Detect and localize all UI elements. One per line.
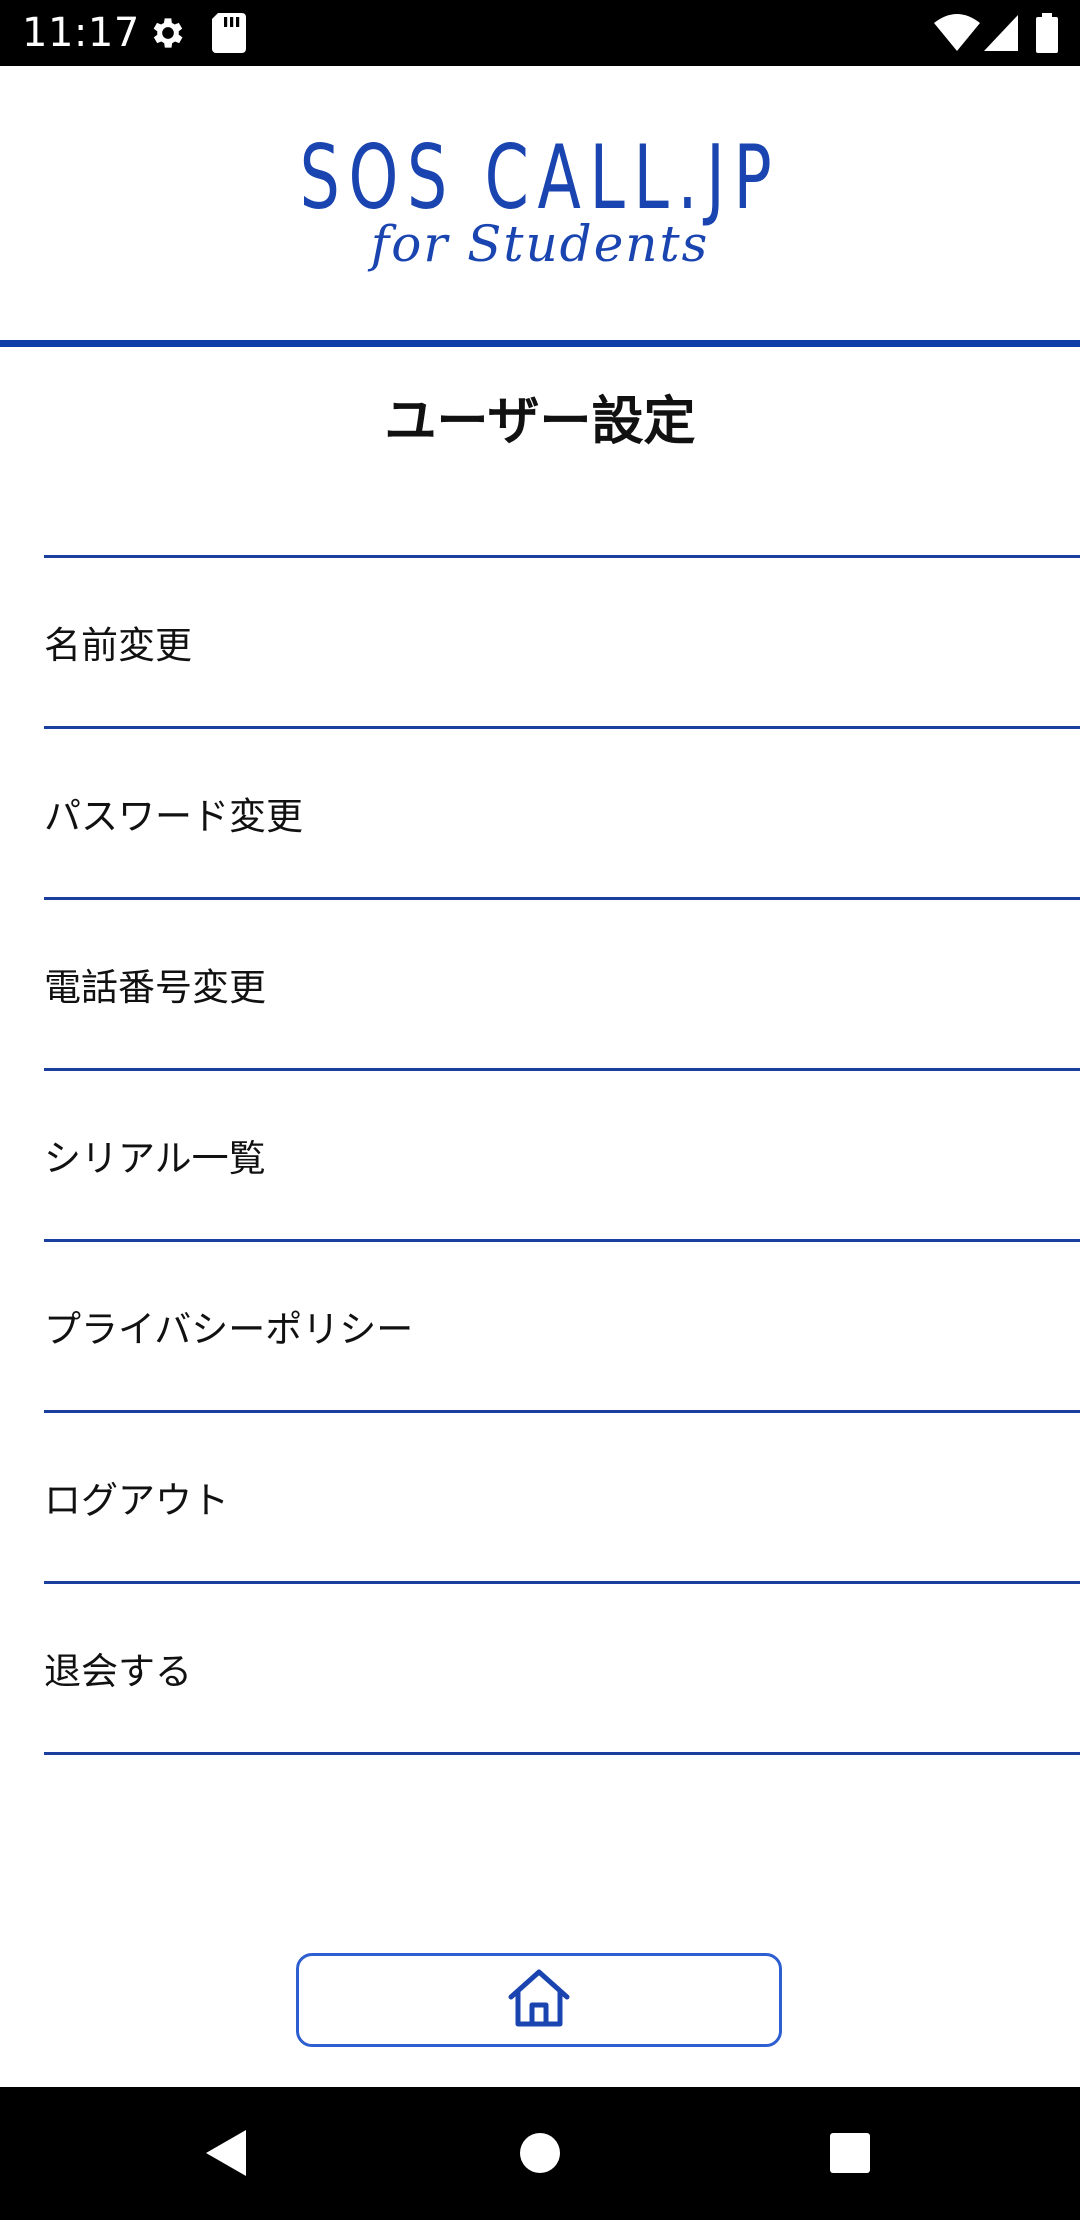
menu-item-label: プライバシーポリシー <box>44 1308 414 1351</box>
gear-icon <box>148 13 188 57</box>
menu-item-label: シリアル一覧 <box>44 1137 266 1180</box>
header-divider <box>0 340 1080 347</box>
menu-item-logout[interactable]: ログアウト <box>44 1413 1080 1584</box>
menu-item-label: パスワード変更 <box>44 795 303 838</box>
logo-title: SOS CALL.JP <box>299 126 781 229</box>
page-title: ユーザー設定 <box>384 392 696 452</box>
logo-subtitle: for Students <box>370 215 710 273</box>
menu-item-withdraw[interactable]: 退会する <box>44 1584 1080 1755</box>
sd-card-icon <box>212 13 246 57</box>
settings-menu: 名前変更 パスワード変更 電話番号変更 シリアル一覧 プライバシーポリシー ログ… <box>44 555 1080 1755</box>
menu-item-label: 電話番号変更 <box>44 966 266 1009</box>
menu-item-change-name[interactable]: 名前変更 <box>44 558 1080 729</box>
recents-icon[interactable] <box>820 2123 880 2183</box>
back-icon[interactable] <box>196 2123 256 2183</box>
app-header: SOS CALL.JP for Students <box>0 66 1080 342</box>
menu-item-serial-list[interactable]: シリアル一覧 <box>44 1071 1080 1242</box>
signal-icon <box>984 13 1020 57</box>
menu-item-change-password[interactable]: パスワード変更 <box>44 729 1080 900</box>
menu-item-label: 退会する <box>44 1650 192 1693</box>
menu-item-privacy-policy[interactable]: プライバシーポリシー <box>44 1242 1080 1413</box>
system-nav-bar <box>0 2087 1080 2220</box>
home-circle-icon[interactable] <box>510 2123 570 2183</box>
home-icon <box>505 1967 573 2033</box>
wifi-icon <box>934 13 980 57</box>
battery-icon <box>1036 13 1058 57</box>
menu-item-label: 名前変更 <box>44 624 192 667</box>
menu-item-change-phone[interactable]: 電話番号変更 <box>44 900 1080 1071</box>
home-button[interactable] <box>296 1953 782 2047</box>
status-time: 11:17 <box>22 10 140 56</box>
status-bar: 11:17 <box>0 0 1080 66</box>
menu-item-label: ログアウト <box>44 1479 229 1522</box>
